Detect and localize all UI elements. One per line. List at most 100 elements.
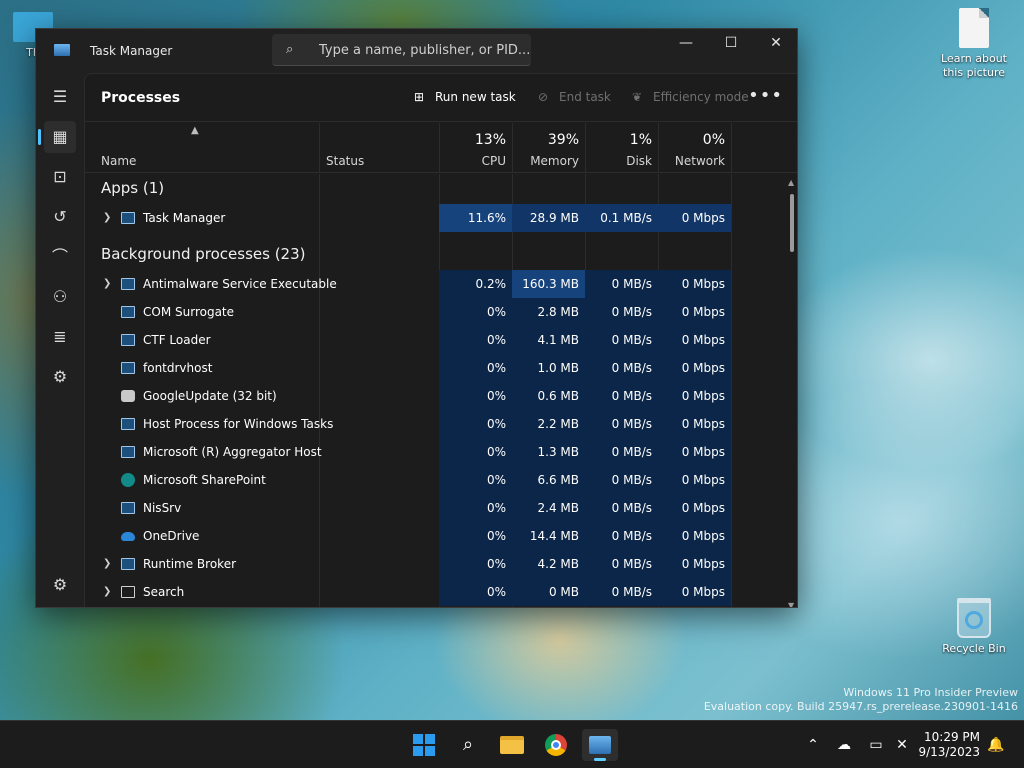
startup-apps-nav-icon[interactable]: ⌒ <box>44 241 76 273</box>
task-manager-icon <box>589 736 611 754</box>
process-name: Microsoft (R) Aggregator Host <box>143 445 322 459</box>
close-button[interactable]: ✕ <box>753 29 797 59</box>
run-new-task-button[interactable]: ⊞ Run new task <box>411 90 516 104</box>
memory-cell: 0.6 MB <box>512 382 585 410</box>
processes-nav-icon[interactable]: ▦ <box>38 121 76 153</box>
table-row[interactable]: ❯ Runtime Broker 0% 4.2 MB 0 MB/s 0 Mbps <box>85 550 785 578</box>
column-label: Memory <box>530 154 579 168</box>
cloud-offline-icon[interactable]: ☁ <box>832 721 856 768</box>
windows-logo-icon <box>413 734 435 756</box>
chevron-up-icon[interactable]: ⌃ <box>802 721 824 768</box>
chevron-right-icon[interactable]: ❯ <box>103 270 111 298</box>
process-name: Microsoft SharePoint <box>143 473 266 487</box>
table-row[interactable]: Microsoft SharePoint 0% 6.6 MB 0 MB/s 0 … <box>85 466 785 494</box>
cpu-cell: 0% <box>439 494 512 522</box>
table-row[interactable]: OneDrive 0% 14.4 MB 0 MB/s 0 Mbps <box>85 522 785 550</box>
process-icon <box>121 334 135 346</box>
table-row[interactable]: Host Process for Windows Tasks 0% 2.2 MB… <box>85 410 785 438</box>
column-header-disk[interactable]: 1% Disk <box>585 123 658 173</box>
maximize-button[interactable]: ☐ <box>708 29 754 59</box>
search-process-icon <box>121 586 135 598</box>
network-icon[interactable]: ▭ <box>864 721 888 768</box>
volume-muted-icon[interactable]: ✕ <box>890 721 914 768</box>
task-manager-window: Task Manager ⌕ Type a name, publisher, o… <box>35 28 798 608</box>
cpu-cell: 0% <box>439 354 512 382</box>
disk-cell: 0 MB/s <box>585 438 658 466</box>
table-row[interactable]: fontdrvhost 0% 1.0 MB 0 MB/s 0 Mbps <box>85 354 785 382</box>
file-explorer-button[interactable] <box>494 729 530 761</box>
column-header-status[interactable]: Status <box>319 123 439 173</box>
disk-cell: 0 MB/s <box>585 326 658 354</box>
network-cell: 0 Mbps <box>658 494 731 522</box>
more-options-button[interactable]: ••• <box>748 85 783 106</box>
desktop-icon-learn-about-picture[interactable]: Learn about this picture <box>932 8 1016 80</box>
column-header-memory[interactable]: 39% Memory <box>512 123 585 173</box>
chrome-button[interactable] <box>538 729 574 761</box>
group-header-background: Background processes (23) <box>85 240 785 268</box>
column-header-cpu[interactable]: 13% CPU <box>439 123 512 173</box>
column-header-name[interactable]: Name <box>85 123 319 173</box>
settings-gear-icon[interactable]: ⚙ <box>44 569 76 601</box>
table-row[interactable]: Microsoft (R) Aggregator Host 0% 1.3 MB … <box>85 438 785 466</box>
efficiency-mode-button[interactable]: ❦ Efficiency mode <box>629 90 749 104</box>
minimize-button[interactable]: — <box>663 29 709 59</box>
watermark-line-1: Windows 11 Pro Insider Preview <box>843 686 1018 699</box>
column-label: CPU <box>481 154 506 168</box>
process-icon <box>121 446 135 458</box>
search-input[interactable]: ⌕ Type a name, publisher, or PID... <box>272 34 531 66</box>
notification-bell-icon[interactable]: 🔔 <box>984 721 1008 768</box>
network-cell: 0 Mbps <box>658 270 731 298</box>
scroll-down-icon[interactable]: ▼ <box>788 601 794 607</box>
title-bar[interactable]: Task Manager ⌕ Type a name, publisher, o… <box>36 29 797 73</box>
scroll-up-icon[interactable]: ▲ <box>788 178 794 187</box>
process-icon <box>121 558 135 570</box>
app-history-nav-icon[interactable]: ↺ <box>44 201 76 233</box>
performance-nav-icon[interactable]: ⊡ <box>44 161 76 193</box>
network-cell: 0 Mbps <box>658 438 731 466</box>
search-taskbar-button[interactable]: ⌕ <box>450 729 486 761</box>
cpu-cell: 11.6% <box>439 204 512 232</box>
cpu-cell: 0% <box>439 410 512 438</box>
table-row[interactable]: COM Surrogate 0% 2.8 MB 0 MB/s 0 Mbps <box>85 298 785 326</box>
run-new-task-label: Run new task <box>435 90 516 104</box>
end-task-label: End task <box>559 90 611 104</box>
scrollbar-thumb[interactable] <box>790 194 794 252</box>
table-row[interactable]: ❯ Task Manager 11.6% 28.9 MB 0.1 MB/s 0 … <box>85 204 785 232</box>
table-row[interactable]: ❯ Antimalware Service Executable 0.2% 16… <box>85 270 785 298</box>
memory-cell: 1.3 MB <box>512 438 585 466</box>
memory-cell: 14.4 MB <box>512 522 585 550</box>
cpu-cell: 0% <box>439 298 512 326</box>
clock[interactable]: 10:29 PM 9/13/2023 <box>918 730 980 760</box>
disk-cell: 0 MB/s <box>585 354 658 382</box>
efficiency-mode-label: Efficiency mode <box>653 90 749 104</box>
services-nav-icon[interactable]: ⚙ <box>44 361 76 393</box>
desktop-icon-label: Learn about this picture <box>941 52 1007 79</box>
chevron-right-icon[interactable]: ❯ <box>103 550 111 578</box>
table-row[interactable]: NisSrv 0% 2.4 MB 0 MB/s 0 Mbps <box>85 494 785 522</box>
table-row[interactable]: ❯ Search 0% 0 MB 0 MB/s 0 Mbps <box>85 578 785 606</box>
hamburger-menu-icon[interactable]: ☰ <box>44 81 76 113</box>
task-manager-icon <box>121 212 135 224</box>
memory-cell: 1.0 MB <box>512 354 585 382</box>
leaf-icon: ❦ <box>631 90 643 104</box>
start-button[interactable] <box>406 729 442 761</box>
memory-cell: 2.4 MB <box>512 494 585 522</box>
table-row[interactable]: CTF Loader 0% 4.1 MB 0 MB/s 0 Mbps <box>85 326 785 354</box>
task-manager-taskbar-button[interactable] <box>582 729 618 761</box>
chevron-right-icon[interactable]: ❯ <box>103 204 111 232</box>
users-nav-icon[interactable]: ⚇ <box>44 281 76 313</box>
process-icon <box>121 502 135 514</box>
column-header-network[interactable]: 0% Network <box>658 123 731 173</box>
cpu-cell: 0% <box>439 522 512 550</box>
memory-cell: 2.8 MB <box>512 298 585 326</box>
desktop-icon-recycle-bin[interactable]: Recycle Bin <box>932 598 1016 656</box>
chevron-right-icon[interactable]: ❯ <box>103 578 111 606</box>
memory-cell: 0 MB <box>512 578 585 606</box>
cpu-cell: 0% <box>439 382 512 410</box>
vertical-scrollbar[interactable]: ▲ ▼ <box>785 174 797 607</box>
details-nav-icon[interactable]: ≣ <box>44 321 76 353</box>
end-task-button[interactable]: ⊘ End task <box>535 90 611 104</box>
memory-cell: 4.1 MB <box>512 326 585 354</box>
table-row[interactable]: GoogleUpdate (32 bit) 0% 0.6 MB 0 MB/s 0… <box>85 382 785 410</box>
column-label: Status <box>326 154 365 168</box>
